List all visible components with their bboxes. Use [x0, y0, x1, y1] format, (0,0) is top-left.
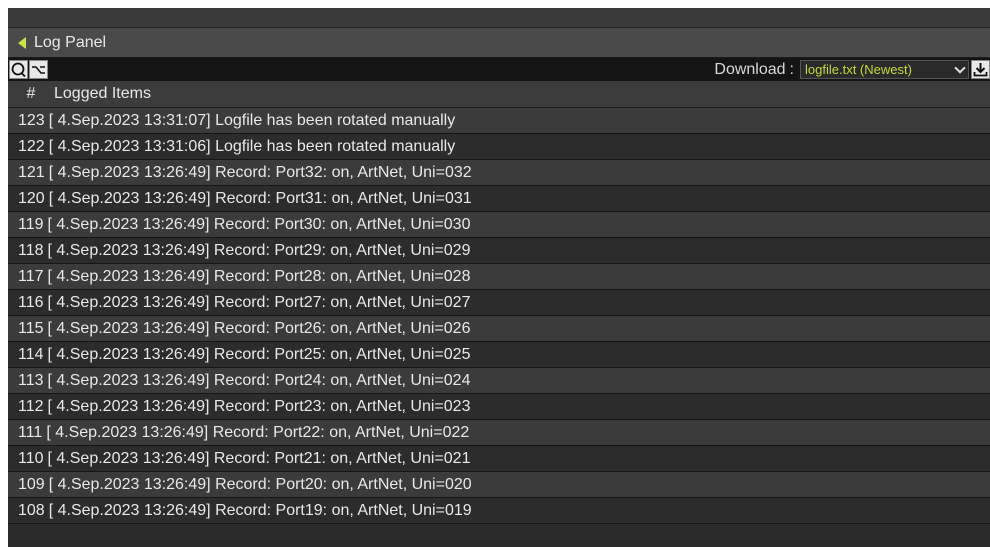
row-log-text: [ 4.Sep.2023 13:26:49] Record: Port25: o… — [47, 345, 471, 363]
log-panel: Log Panel Download : logfile.txt (Newest… — [8, 8, 990, 547]
row-log-text: [ 4.Sep.2023 13:26:49] Record: Port26: o… — [47, 319, 471, 337]
table-row[interactable]: 108[ 4.Sep.2023 13:26:49] Record: Port19… — [8, 498, 990, 524]
table-row[interactable]: 113[ 4.Sep.2023 13:26:49] Record: Port24… — [8, 368, 990, 394]
filter-icon[interactable] — [29, 60, 48, 79]
row-number: 111 — [18, 423, 43, 441]
row-log-text: [ 4.Sep.2023 13:26:49] Record: Port20: o… — [48, 475, 472, 493]
panel-top-bar — [8, 8, 990, 28]
row-number: 122 — [18, 137, 45, 155]
row-log-text: [ 4.Sep.2023 13:31:06] Logfile has been … — [48, 137, 456, 155]
table-row[interactable]: 115[ 4.Sep.2023 13:26:49] Record: Port26… — [8, 316, 990, 342]
row-number: 123 — [18, 111, 45, 129]
table-row[interactable]: 118[ 4.Sep.2023 13:26:49] Record: Port29… — [8, 238, 990, 264]
search-icon[interactable] — [9, 60, 28, 79]
row-number: 117 — [18, 267, 44, 285]
row-number: 114 — [18, 345, 44, 363]
row-log-text: [ 4.Sep.2023 13:26:49] Record: Port29: o… — [47, 241, 471, 259]
log-rows: 123[ 4.Sep.2023 13:31:07] Logfile has be… — [8, 108, 990, 524]
log-panel-header[interactable]: Log Panel — [8, 28, 990, 58]
row-number: 120 — [18, 189, 45, 207]
row-number: 113 — [18, 371, 44, 389]
row-log-text: [ 4.Sep.2023 13:26:49] Record: Port21: o… — [47, 449, 471, 467]
row-number: 108 — [18, 501, 45, 519]
download-label: Download — [714, 60, 786, 78]
row-log-text: [ 4.Sep.2023 13:26:49] Record: Port28: o… — [47, 267, 471, 285]
table-row[interactable]: 112[ 4.Sep.2023 13:26:49] Record: Port23… — [8, 394, 990, 420]
row-log-text: [ 4.Sep.2023 13:26:49] Record: Port23: o… — [47, 397, 471, 415]
log-toolbar: Download : logfile.txt (Newest) — [8, 58, 990, 81]
row-number: 115 — [18, 319, 44, 337]
table-row[interactable]: 111[ 4.Sep.2023 13:26:49] Record: Port22… — [8, 420, 990, 446]
row-number: 119 — [18, 215, 44, 233]
row-number: 116 — [18, 293, 44, 311]
chevron-down-icon — [954, 61, 966, 74]
log-table-header: # Logged Items — [8, 81, 990, 108]
row-log-text: [ 4.Sep.2023 13:26:49] Record: Port22: o… — [46, 423, 470, 441]
table-row[interactable]: 123[ 4.Sep.2023 13:31:07] Logfile has be… — [8, 108, 990, 134]
row-number: 109 — [18, 475, 45, 493]
row-number: 110 — [18, 449, 44, 467]
row-number: 118 — [18, 241, 44, 259]
row-log-text: [ 4.Sep.2023 13:31:07] Logfile has been … — [48, 111, 456, 129]
table-row[interactable]: 114[ 4.Sep.2023 13:26:49] Record: Port25… — [8, 342, 990, 368]
table-row[interactable]: 110[ 4.Sep.2023 13:26:49] Record: Port21… — [8, 446, 990, 472]
row-log-text: [ 4.Sep.2023 13:26:49] Record: Port19: o… — [48, 501, 472, 519]
collapse-arrow-icon[interactable] — [18, 36, 26, 49]
table-row[interactable]: 109[ 4.Sep.2023 13:26:49] Record: Port20… — [8, 472, 990, 498]
logfile-select[interactable]: logfile.txt (Newest) — [800, 60, 969, 79]
panel-title: Log Panel — [34, 33, 107, 51]
download-separator: : — [789, 60, 794, 78]
logfile-select-value: logfile.txt (Newest) — [805, 62, 912, 77]
row-log-text: [ 4.Sep.2023 13:26:49] Record: Port24: o… — [47, 371, 471, 389]
column-header-number[interactable]: # — [8, 85, 54, 103]
table-row[interactable]: 116[ 4.Sep.2023 13:26:49] Record: Port27… — [8, 290, 990, 316]
row-log-text: [ 4.Sep.2023 13:26:49] Record: Port32: o… — [48, 163, 472, 181]
column-header-logged-items[interactable]: Logged Items — [54, 85, 990, 103]
row-log-text: [ 4.Sep.2023 13:26:49] Record: Port27: o… — [47, 293, 471, 311]
row-number: 112 — [18, 397, 44, 415]
table-row[interactable]: 119[ 4.Sep.2023 13:26:49] Record: Port30… — [8, 212, 990, 238]
row-log-text: [ 4.Sep.2023 13:26:49] Record: Port31: o… — [48, 189, 472, 207]
row-log-text: [ 4.Sep.2023 13:26:49] Record: Port30: o… — [47, 215, 471, 233]
table-row[interactable]: 121[ 4.Sep.2023 13:26:49] Record: Port32… — [8, 160, 990, 186]
table-row[interactable]: 117[ 4.Sep.2023 13:26:49] Record: Port28… — [8, 264, 990, 290]
row-number: 121 — [18, 163, 45, 181]
table-row[interactable]: 122[ 4.Sep.2023 13:31:06] Logfile has be… — [8, 134, 990, 160]
download-icon[interactable] — [971, 60, 990, 79]
table-row[interactable]: 120[ 4.Sep.2023 13:26:49] Record: Port31… — [8, 186, 990, 212]
